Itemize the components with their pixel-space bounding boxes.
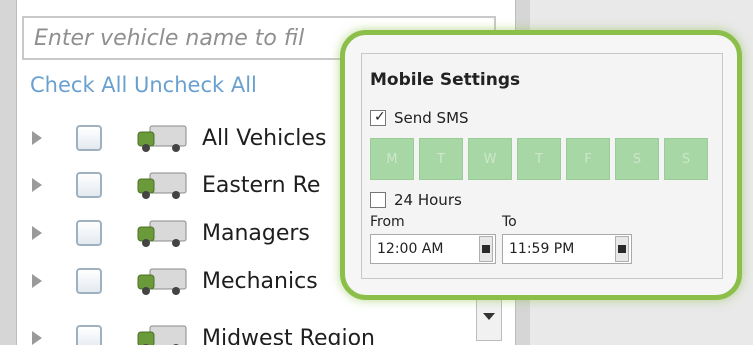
day-toggle-tue[interactable]: T (419, 138, 463, 180)
tree-row-midwest[interactable]: Midwest Region (16, 318, 486, 345)
truck-icon (137, 268, 187, 295)
weekday-selector: M T W T F S S (370, 138, 708, 180)
truck-icon (137, 125, 187, 152)
24-hours-label: 24 Hours (394, 191, 462, 209)
tree-row-label: Eastern Re (202, 172, 321, 198)
checkmark-icon: ✓ (374, 109, 386, 125)
tree-row-label: Mechanics (202, 268, 318, 294)
tree-row-label: Midwest Region (202, 325, 375, 345)
check-all-link[interactable]: Check All (30, 73, 127, 97)
clock-icon[interactable] (615, 236, 629, 262)
truck-icon (137, 172, 187, 199)
row-checkbox[interactable] (76, 125, 102, 151)
row-checkbox[interactable] (76, 220, 102, 246)
scroll-down-button[interactable] (476, 296, 502, 341)
day-toggle-fri[interactable]: F (566, 138, 610, 180)
day-toggle-mon[interactable]: M (370, 138, 414, 180)
expand-arrow-icon[interactable] (32, 331, 42, 345)
to-time-input[interactable]: 11:59 PM (502, 234, 632, 264)
tree-row-label: All Vehicles (202, 125, 327, 151)
expand-arrow-icon[interactable] (32, 226, 42, 240)
from-label: From (370, 214, 405, 230)
tree-row-label: Managers (202, 220, 310, 246)
expand-arrow-icon[interactable] (32, 178, 42, 192)
row-checkbox[interactable] (76, 268, 102, 294)
day-toggle-sun[interactable]: S (664, 138, 708, 180)
mobile-settings-panel: Mobile Settings ✓ Send SMS M T W T F S S… (361, 53, 723, 279)
day-toggle-thu[interactable]: T (517, 138, 561, 180)
expand-arrow-icon[interactable] (32, 131, 42, 145)
expand-arrow-icon[interactable] (32, 274, 42, 288)
from-time-value: 12:00 AM (377, 241, 444, 257)
mobile-settings-popup: Mobile Settings ✓ Send SMS M T W T F S S… (340, 30, 742, 300)
from-time-input[interactable]: 12:00 AM (370, 234, 496, 264)
day-toggle-wed[interactable]: W (468, 138, 512, 180)
send-sms-checkbox[interactable]: ✓ (370, 109, 386, 126)
day-toggle-sat[interactable]: S (615, 138, 659, 180)
row-checkbox[interactable] (76, 325, 102, 345)
send-sms-label: Send SMS (394, 109, 469, 127)
uncheck-all-link[interactable]: Uncheck All (134, 73, 257, 97)
truck-icon (137, 325, 187, 345)
mobile-settings-title: Mobile Settings (370, 70, 521, 90)
chevron-down-icon (483, 313, 495, 320)
clock-icon[interactable] (479, 236, 493, 262)
row-checkbox[interactable] (76, 172, 102, 198)
24-hours-checkbox[interactable] (370, 192, 386, 208)
to-label: To (502, 214, 517, 230)
truck-icon (137, 220, 187, 247)
to-time-value: 11:59 PM (509, 241, 575, 257)
check-links: Check All Uncheck All (30, 73, 257, 97)
